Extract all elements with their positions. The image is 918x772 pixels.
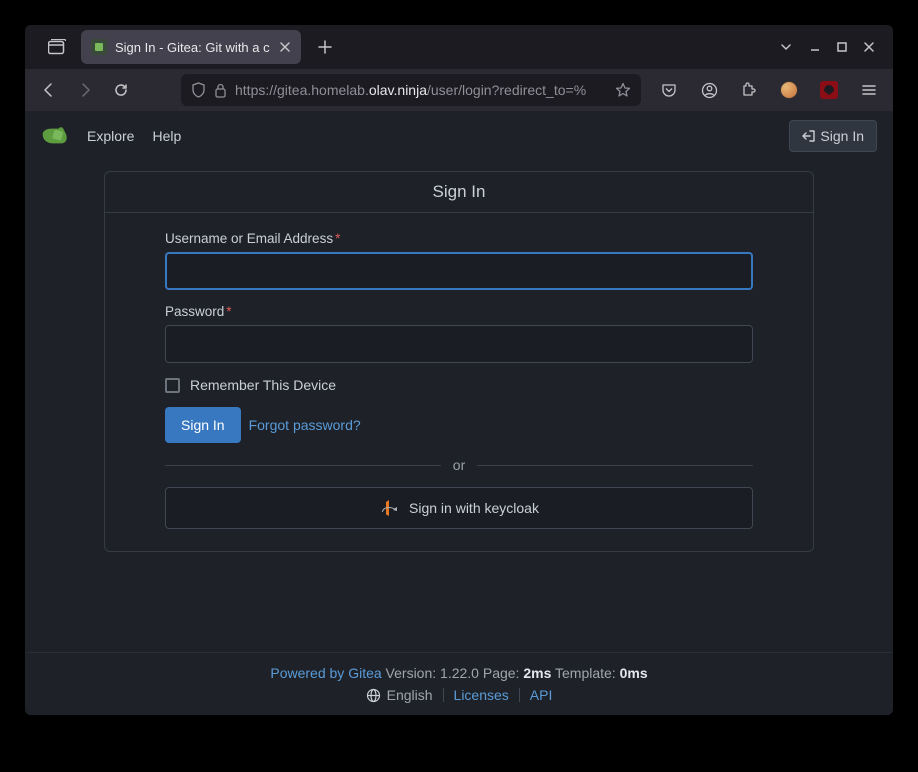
minimize-icon[interactable]: [809, 41, 821, 53]
signin-button[interactable]: Sign In: [165, 407, 241, 443]
maximize-icon[interactable]: [837, 42, 847, 52]
back-icon[interactable]: [35, 76, 63, 104]
gitea-logo-icon[interactable]: [41, 125, 69, 147]
username-input[interactable]: [165, 252, 753, 290]
close-window-icon[interactable]: [863, 41, 875, 53]
browser-window: Sign In - Gitea: Git with a c: [25, 25, 893, 715]
url-text: https://gitea.homelab.olav.ninja/user/lo…: [235, 82, 607, 98]
tab-title: Sign In - Gitea: Git with a c: [115, 40, 271, 55]
required-star: *: [226, 304, 231, 319]
toolbar-icons: [655, 76, 883, 104]
required-star: *: [335, 231, 340, 246]
recent-browsing-icon[interactable]: [33, 39, 81, 55]
template-prefix: Template:: [551, 665, 619, 681]
browser-tab[interactable]: Sign In - Gitea: Git with a c: [81, 30, 301, 64]
signin-heading: Sign In: [105, 172, 813, 213]
version-text: Version: 1.22.0 Page:: [382, 665, 524, 681]
bookmark-star-icon[interactable]: [615, 82, 631, 98]
openid-icon: [379, 498, 399, 518]
nav-explore[interactable]: Explore: [87, 128, 134, 144]
gitea-nav: Explore Help Sign In: [25, 111, 893, 161]
oauth-keycloak-label: Sign in with keycloak: [409, 500, 539, 516]
application-menu-icon[interactable]: [855, 76, 883, 104]
language-link[interactable]: English: [387, 687, 433, 703]
globe-icon: [366, 688, 381, 703]
username-label: Username or Email Address*: [165, 231, 753, 246]
remember-label: Remember This Device: [190, 377, 336, 393]
remember-row[interactable]: Remember This Device: [165, 377, 753, 393]
window-controls: [779, 40, 885, 54]
signin-panel: Sign In Username or Email Address* Passw…: [104, 171, 814, 552]
pocket-icon[interactable]: [655, 76, 683, 104]
list-tabs-icon[interactable]: [779, 40, 793, 54]
oauth-keycloak-button[interactable]: Sign in with keycloak: [165, 487, 753, 529]
ublock-icon[interactable]: [815, 76, 843, 104]
forward-icon: [71, 76, 99, 104]
footer-separator: [443, 688, 444, 702]
remember-checkbox[interactable]: [165, 378, 180, 393]
lock-icon[interactable]: [214, 83, 227, 98]
page-time: 2ms: [523, 665, 551, 681]
forgot-password-link[interactable]: Forgot password?: [249, 417, 361, 433]
footer-separator: [519, 688, 520, 702]
url-bar[interactable]: https://gitea.homelab.olav.ninja/user/lo…: [181, 74, 641, 106]
licenses-link[interactable]: Licenses: [454, 687, 509, 703]
nav-help[interactable]: Help: [152, 128, 181, 144]
powered-by-link[interactable]: Powered by Gitea: [270, 665, 381, 681]
password-input[interactable]: [165, 325, 753, 363]
url-bar-row: https://gitea.homelab.olav.ninja/user/lo…: [25, 69, 893, 111]
shield-icon[interactable]: [191, 82, 206, 98]
gitea-favicon-icon: [91, 39, 107, 55]
template-time: 0ms: [620, 665, 648, 681]
close-tab-icon[interactable]: [279, 41, 291, 53]
signin-form: Username or Email Address* Password* Rem…: [105, 213, 813, 551]
new-tab-button[interactable]: [309, 40, 341, 54]
nav-signin-label: Sign In: [820, 128, 864, 144]
signin-arrow-icon: [802, 129, 816, 143]
api-link[interactable]: API: [530, 687, 553, 703]
tab-bar: Sign In - Gitea: Git with a c: [25, 25, 893, 69]
password-label: Password*: [165, 304, 753, 319]
reload-icon[interactable]: [107, 76, 135, 104]
or-divider: or: [165, 457, 753, 473]
nav-signin-button[interactable]: Sign In: [789, 120, 877, 152]
profile-icon[interactable]: [775, 76, 803, 104]
page-content: Explore Help Sign In Sign In Username or…: [25, 111, 893, 715]
footer: Powered by Gitea Version: 1.22.0 Page: 2…: [25, 652, 893, 715]
extension-icon[interactable]: [735, 76, 763, 104]
account-icon[interactable]: [695, 76, 723, 104]
